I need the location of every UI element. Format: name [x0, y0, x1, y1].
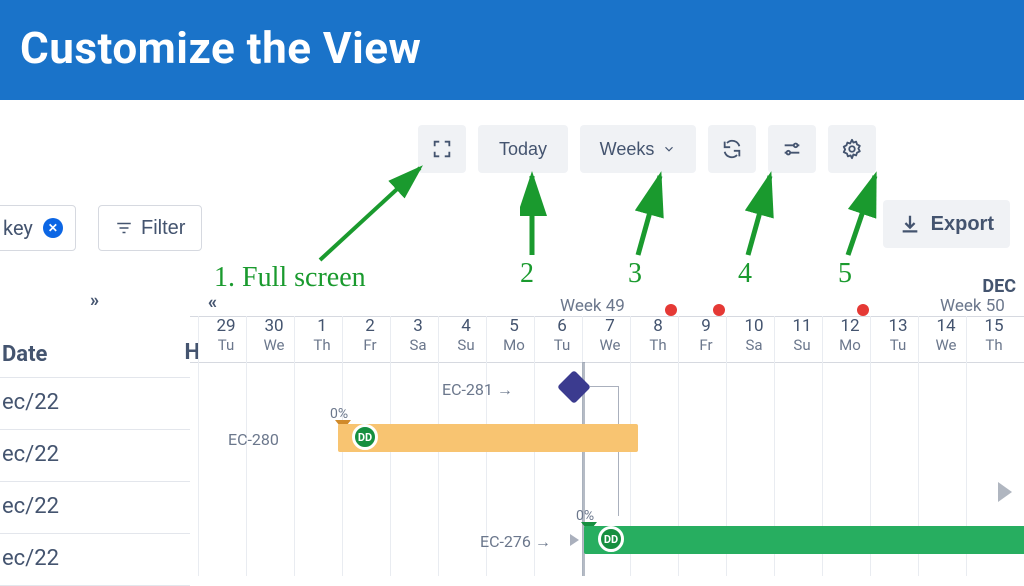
page-banner: Customize the View	[0, 0, 1024, 100]
refresh-button[interactable]	[708, 125, 756, 173]
day-column: 11Su	[778, 316, 826, 354]
sliders-icon	[781, 138, 803, 160]
grid-vline	[294, 316, 295, 576]
grid-zone[interactable]: « DEC Week 49 Week 50 29Tu30We1Th2Fr3Sa4…	[190, 282, 1024, 576]
gear-icon	[841, 138, 863, 160]
annotation-arrow-3	[620, 170, 680, 260]
day-column: 30We	[250, 316, 298, 354]
scroll-right-icon[interactable]	[998, 482, 1012, 502]
task-bar-276[interactable]	[584, 526, 1024, 554]
day-column: 4Su	[442, 316, 490, 354]
page-title: Customize the View	[20, 22, 421, 74]
assignee-avatar-280[interactable]: DD	[352, 424, 378, 450]
day-column: 12Mo	[826, 316, 874, 354]
toolbar-zone: Today Weeks key ✕ Filter Export 1. Fu	[0, 100, 1024, 300]
export-button[interactable]: Export	[883, 200, 1010, 248]
assignee-avatar-276[interactable]: DD	[598, 526, 624, 552]
day-column: 15Th	[970, 316, 1018, 354]
day-column: 10Sa	[730, 316, 778, 354]
download-icon	[899, 213, 921, 235]
task-bar-280[interactable]	[338, 424, 638, 452]
chevron-down-icon	[662, 142, 676, 156]
day-column: 13Tu	[874, 316, 922, 354]
filter-label: Filter	[141, 217, 185, 240]
scale-dropdown[interactable]: Weeks	[580, 125, 696, 173]
filter-icon	[115, 219, 133, 237]
left-column: » Date ec/22 ec/22 ec/22 ec/22 H	[0, 300, 190, 586]
date-row-1: ec/22	[0, 430, 190, 482]
day-column: 8Th	[634, 316, 682, 354]
settings-button[interactable]	[828, 125, 876, 173]
holiday-dot	[857, 304, 869, 316]
dependency-arrowhead	[570, 534, 579, 546]
today-label: Today	[499, 139, 547, 160]
top-toolbar: Today Weeks	[0, 125, 1024, 173]
fullscreen-icon	[431, 138, 453, 160]
day-column: 14We	[922, 316, 970, 354]
filter-chip[interactable]: key ✕	[0, 205, 76, 251]
date-row-0: ec/22	[0, 378, 190, 430]
holiday-dot	[713, 304, 725, 316]
annotation-arrow-1	[310, 160, 430, 270]
today-button[interactable]: Today	[478, 125, 568, 173]
chip-remove-icon[interactable]: ✕	[43, 218, 63, 238]
week-label-49: Week 49	[560, 296, 625, 316]
milestone-281[interactable]	[557, 370, 591, 404]
scroll-left[interactable]: «	[208, 292, 217, 313]
date-row-3: ec/22	[0, 534, 190, 586]
month-label: DEC	[982, 276, 1016, 297]
grid-hline	[190, 362, 1024, 363]
day-column: 1Th	[298, 316, 346, 354]
export-label: Export	[931, 213, 994, 236]
filter-button[interactable]: Filter	[98, 205, 202, 251]
task-label-280: EC-280	[228, 430, 279, 449]
grid-vline	[198, 316, 199, 576]
day-column: 29Tu	[202, 316, 250, 354]
date-row-2: ec/22	[0, 482, 190, 534]
task-label-276: EC-276 →	[480, 532, 551, 552]
day-column: 6Tu	[538, 316, 586, 354]
task-label-281: EC-281 →	[442, 380, 513, 400]
gantt-timeline: » Date ec/22 ec/22 ec/22 ec/22 H « DEC W…	[0, 300, 1024, 576]
chip-label: key	[3, 216, 33, 240]
day-column: 3Sa	[394, 316, 442, 354]
day-column: 9Fr	[682, 316, 730, 354]
date-header: Date	[0, 332, 190, 378]
display-settings-button[interactable]	[768, 125, 816, 173]
day-column: 5Mo	[490, 316, 538, 354]
week-label-50: Week 50	[940, 296, 1005, 316]
day-column: 7We	[586, 316, 634, 354]
annotation-arrow-4	[730, 170, 790, 260]
holiday-dot	[665, 304, 677, 316]
dependency-link	[590, 386, 618, 387]
annotation-arrow-2	[520, 170, 550, 260]
expand-handle[interactable]: »	[90, 290, 99, 311]
annotation-arrow-5	[830, 170, 890, 260]
scale-label: Weeks	[600, 139, 655, 160]
refresh-icon	[721, 138, 743, 160]
day-column: 2Fr	[346, 316, 394, 354]
